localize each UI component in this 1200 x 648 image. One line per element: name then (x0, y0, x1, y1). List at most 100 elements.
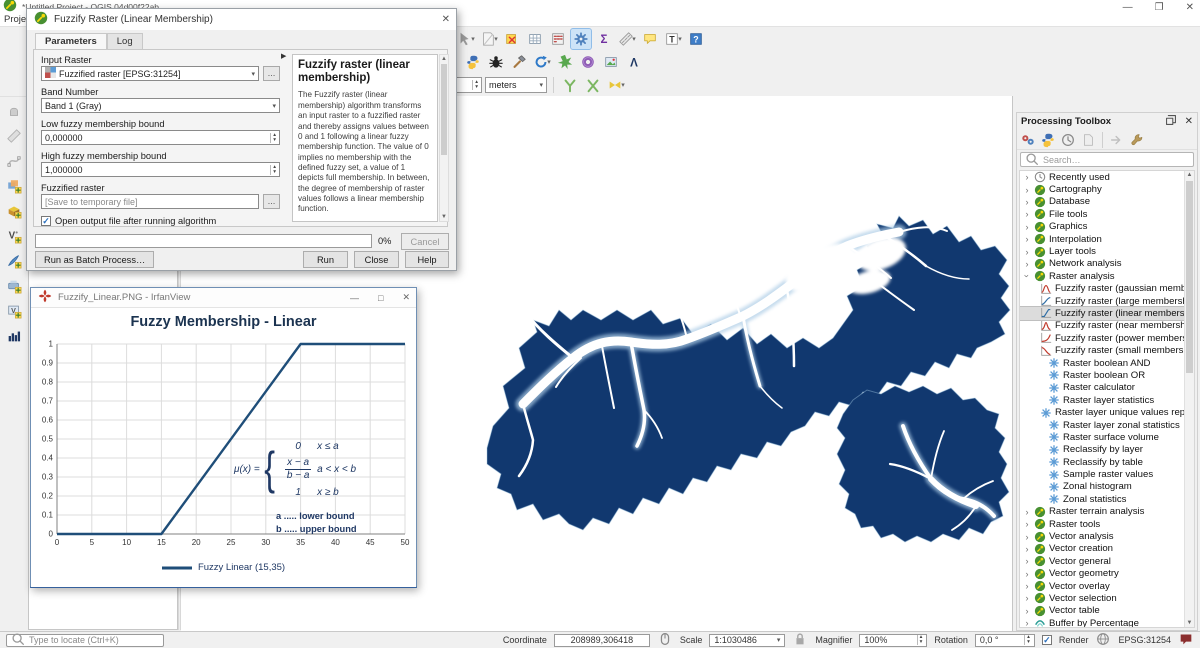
mouse-extent-icon[interactable] (657, 631, 673, 648)
collapse-help-icon[interactable]: ▶ (281, 52, 286, 60)
render-checkbox[interactable]: ✓ (1042, 635, 1052, 645)
attribute-table-icon[interactable] (525, 29, 545, 49)
expander-icon[interactable]: › (1023, 222, 1031, 232)
toolbox-item-interpolation[interactable]: ›Interpolation (1020, 233, 1184, 245)
toolbox-item-vector-geometry[interactable]: ›Vector geometry (1020, 568, 1184, 580)
input-raster-browse-button[interactable]: … (263, 66, 280, 81)
select-features-icon[interactable]: ▾ (456, 29, 476, 49)
lock-scale-icon[interactable] (792, 631, 808, 648)
toolbox-item-raster-analysis[interactable]: ›Raster analysis (1020, 270, 1184, 282)
close-panel-icon[interactable]: ✕ (1185, 116, 1193, 127)
add-raster-layer-icon[interactable] (4, 201, 24, 221)
undock-panel-icon[interactable] (1163, 112, 1179, 131)
toolbox-item-layer-tools[interactable]: ›Layer tools (1020, 245, 1184, 257)
toolbox-item-raster-layer-zonal-statistics[interactable]: Raster layer zonal statistics (1020, 419, 1184, 431)
statistical-summary-icon[interactable]: Σ (594, 29, 614, 49)
osgeo-disc-icon[interactable] (578, 52, 598, 72)
help-button[interactable]: Help (405, 251, 449, 268)
toolbox-item-reclassify-by-layer[interactable]: Reclassify by layer (1020, 444, 1184, 456)
viewer-titlebar[interactable]: Fuzzify_Linear.PNG - IrfanView — □ ✕ (31, 288, 416, 308)
measure-icon[interactable]: ▾ (617, 29, 637, 49)
developer-tools-icon[interactable] (509, 52, 529, 72)
minimize-icon[interactable]: — (350, 293, 359, 303)
band-number-combo[interactable]: Band 1 (Gray)▾ (41, 98, 280, 113)
close-icon[interactable]: ✕ (1186, 2, 1194, 13)
history-icon[interactable] (1059, 131, 1077, 149)
toolbox-item-vector-general[interactable]: ›Vector general (1020, 555, 1184, 567)
expander-icon[interactable]: › (1023, 259, 1031, 269)
statistics-panel-icon[interactable] (4, 326, 24, 346)
expander-icon[interactable]: › (1023, 581, 1031, 591)
toolbox-item-fuzzify-raster-near-membership[interactable]: Fuzzify raster (near membership) (1020, 320, 1184, 332)
toolbox-item-vector-table[interactable]: ›Vector table (1020, 605, 1184, 617)
toolbox-item-raster-tools[interactable]: ›Raster tools (1020, 518, 1184, 530)
expander-icon[interactable]: › (1023, 185, 1031, 195)
minimize-icon[interactable]: — (1123, 2, 1133, 13)
edit-features-icon[interactable] (1108, 131, 1126, 149)
maximize-icon[interactable]: ❐ (1155, 2, 1164, 13)
toolbox-item-network-analysis[interactable]: ›Network analysis (1020, 258, 1184, 270)
python-console-icon[interactable] (1039, 131, 1057, 149)
toolbox-item-buffer-by-percentage[interactable]: ›Buffer by Percentage (1020, 617, 1184, 627)
georeferencer-icon[interactable] (601, 52, 621, 72)
toolbox-item-database[interactable]: ›Database (1020, 196, 1184, 208)
text-annotation-icon[interactable]: T▾ (663, 29, 683, 49)
high-bound-spinner[interactable]: 1,000000▴▾ (41, 162, 280, 177)
rotation-spinner[interactable]: 0,0 °▴▾ (975, 634, 1035, 647)
add-database-layer-icon[interactable] (4, 276, 24, 296)
toolbox-item-graphics[interactable]: ›Graphics (1020, 221, 1184, 233)
open-output-checkbox[interactable]: ✓ (41, 216, 51, 226)
expander-icon[interactable]: › (1023, 556, 1031, 566)
input-raster-combo[interactable]: Fuzzified raster [EPSG:31254]▾ (41, 66, 259, 81)
crs-globe-icon[interactable] (1095, 631, 1111, 648)
expander-icon[interactable]: › (1023, 197, 1031, 207)
toolbox-item-cartography[interactable]: ›Cartography (1020, 183, 1184, 195)
expander-icon[interactable]: › (1023, 569, 1031, 579)
toolbox-item-zonal-statistics[interactable]: Zonal statistics (1020, 493, 1184, 505)
help-contents-icon[interactable]: ? (686, 29, 706, 49)
toolbox-item-raster-layer-unique-values-report[interactable]: Raster layer unique values report (1020, 406, 1184, 418)
pan-gray-icon[interactable] (4, 101, 24, 121)
output-file-input[interactable]: [Save to temporary file] (41, 194, 259, 209)
help-scrollbar[interactable]: ▲▼ (439, 54, 449, 222)
toolbox-item-zonal-histogram[interactable]: Zonal histogram (1020, 481, 1184, 493)
cancel-button[interactable]: Cancel (401, 233, 449, 250)
scale-combo[interactable]: 1:1030486▾ (709, 634, 785, 647)
processing-toolbox-icon[interactable] (571, 29, 591, 49)
node-gray-icon[interactable] (4, 151, 24, 171)
add-vector-layer-icon[interactable] (4, 176, 24, 196)
expander-icon[interactable]: › (1023, 593, 1031, 603)
batch-process-button[interactable]: Run as Batch Process… (35, 251, 154, 268)
locator-input[interactable]: Type to locate (Ctrl+K) (6, 634, 164, 647)
close-button[interactable]: Close (354, 251, 399, 268)
toolbox-item-raster-boolean-and[interactable]: Raster boolean AND (1020, 357, 1184, 369)
messages-icon[interactable] (1178, 631, 1194, 648)
toolbox-search-input[interactable]: Search… (1020, 152, 1194, 167)
toolbox-item-raster-calculator[interactable]: Raster calculator (1020, 382, 1184, 394)
models-icon[interactable] (1019, 131, 1037, 149)
expander-icon[interactable]: › (1023, 209, 1031, 219)
toolbox-item-fuzzify-raster-gaussian-membership[interactable]: Fuzzify raster (gaussian membership) (1020, 283, 1184, 295)
tab-log[interactable]: Log (107, 33, 143, 49)
toolbox-item-file-tools[interactable]: ›File tools (1020, 208, 1184, 220)
dialog-titlebar[interactable]: Fuzzify Raster (Linear Membership) ✕ (27, 9, 456, 30)
snap-star-icon[interactable]: ▾ (606, 75, 626, 95)
output-browse-button[interactable]: … (263, 194, 280, 209)
field-calculator-icon[interactable] (548, 29, 568, 49)
expander-icon[interactable]: › (1023, 247, 1031, 257)
expander-icon[interactable]: › (1023, 544, 1031, 554)
python-console-icon[interactable] (463, 52, 483, 72)
crs-value[interactable]: EPSG:31254 (1118, 635, 1171, 645)
toolbox-item-fuzzify-raster-small-membership[interactable]: Fuzzify raster (small membership) (1020, 344, 1184, 356)
expander-icon[interactable]: › (1023, 618, 1031, 627)
toolbox-item-fuzzify-raster-power-membership[interactable]: Fuzzify raster (power membership) (1020, 332, 1184, 344)
measure-gray-icon[interactable] (4, 126, 24, 146)
expander-icon[interactable]: › (1023, 234, 1031, 244)
tab-parameters[interactable]: Parameters (35, 33, 107, 49)
toolbox-item-reclassify-by-table[interactable]: Reclassify by table (1020, 456, 1184, 468)
toolbox-scrollbar[interactable]: ▲▼ (1184, 171, 1194, 627)
delete-selected-icon[interactable] (502, 29, 522, 49)
toolbox-item-sample-raster-values[interactable]: Sample raster values (1020, 468, 1184, 480)
expander-icon[interactable]: › (1023, 507, 1031, 517)
coordinate-input[interactable]: 208989,306418 (554, 634, 650, 647)
